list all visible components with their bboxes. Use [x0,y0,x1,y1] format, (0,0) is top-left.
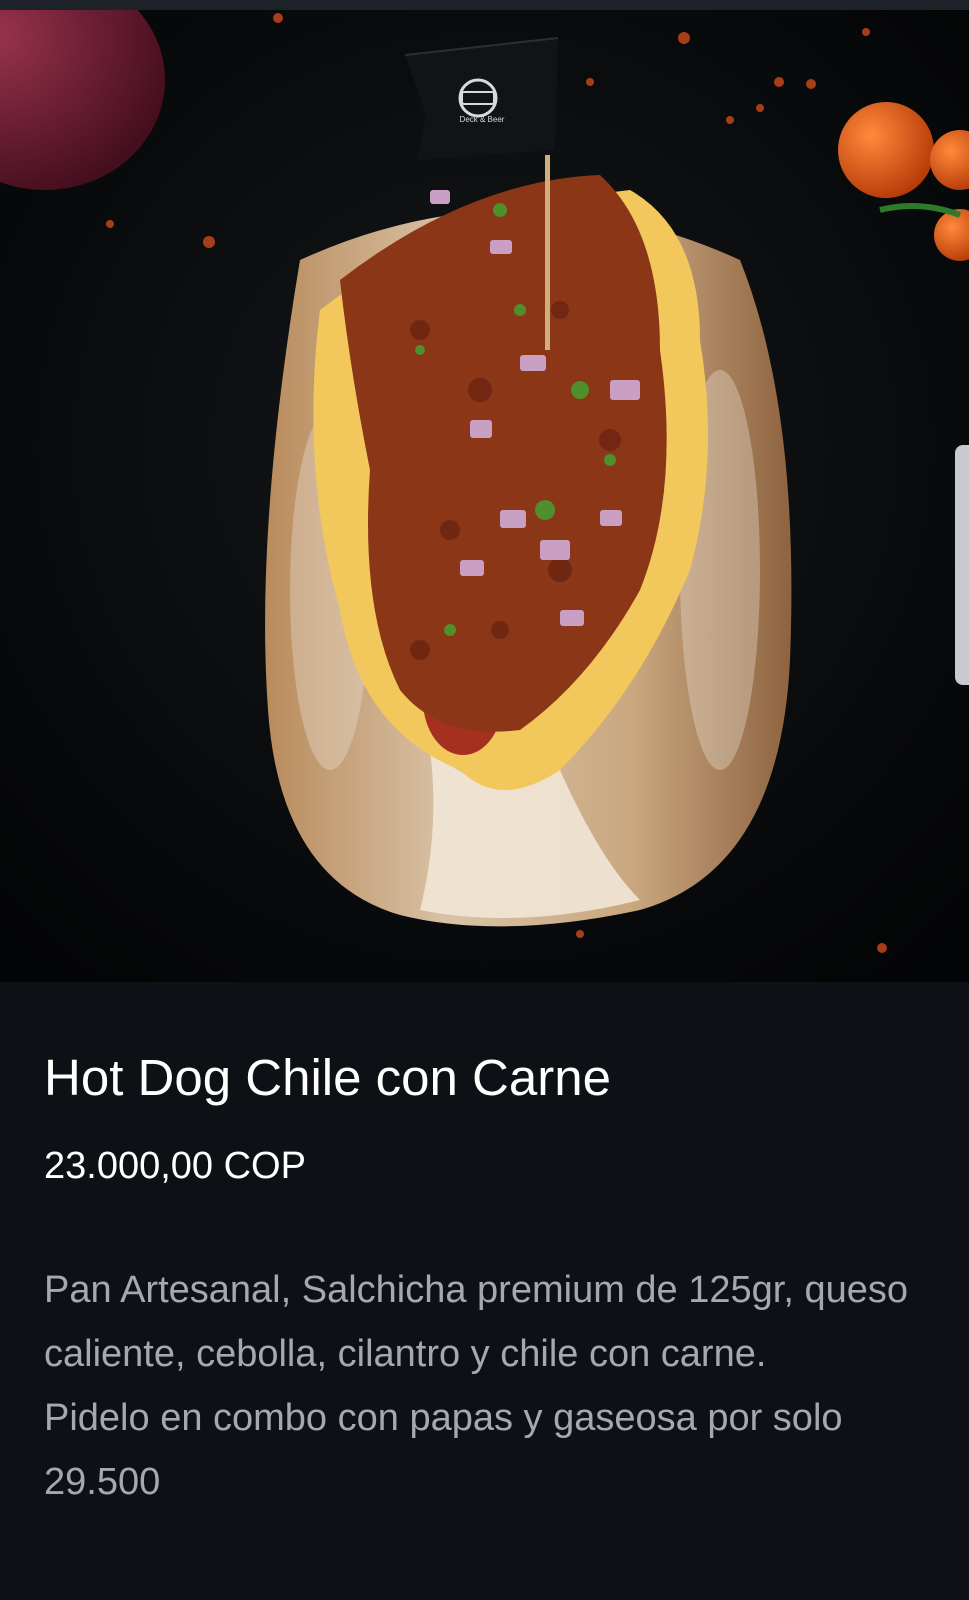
product-title: Hot Dog Chile con Carne [44,1049,611,1106]
description-line: Pidelo en combo con papas y gaseosa por … [44,1397,843,1503]
product-price: 23.000,00 COP [44,1145,306,1187]
scroll-handle[interactable] [955,445,969,685]
description-line: Pan Artesanal, Salchicha premium de 125g… [44,1269,908,1375]
product-description: Pan Artesanal, Salchicha premium de 125g… [44,1258,944,1514]
product-image: Deck & Beer [0,10,969,982]
status-bar [0,0,969,10]
flag-brand-text: Deck & Beer [460,115,505,124]
